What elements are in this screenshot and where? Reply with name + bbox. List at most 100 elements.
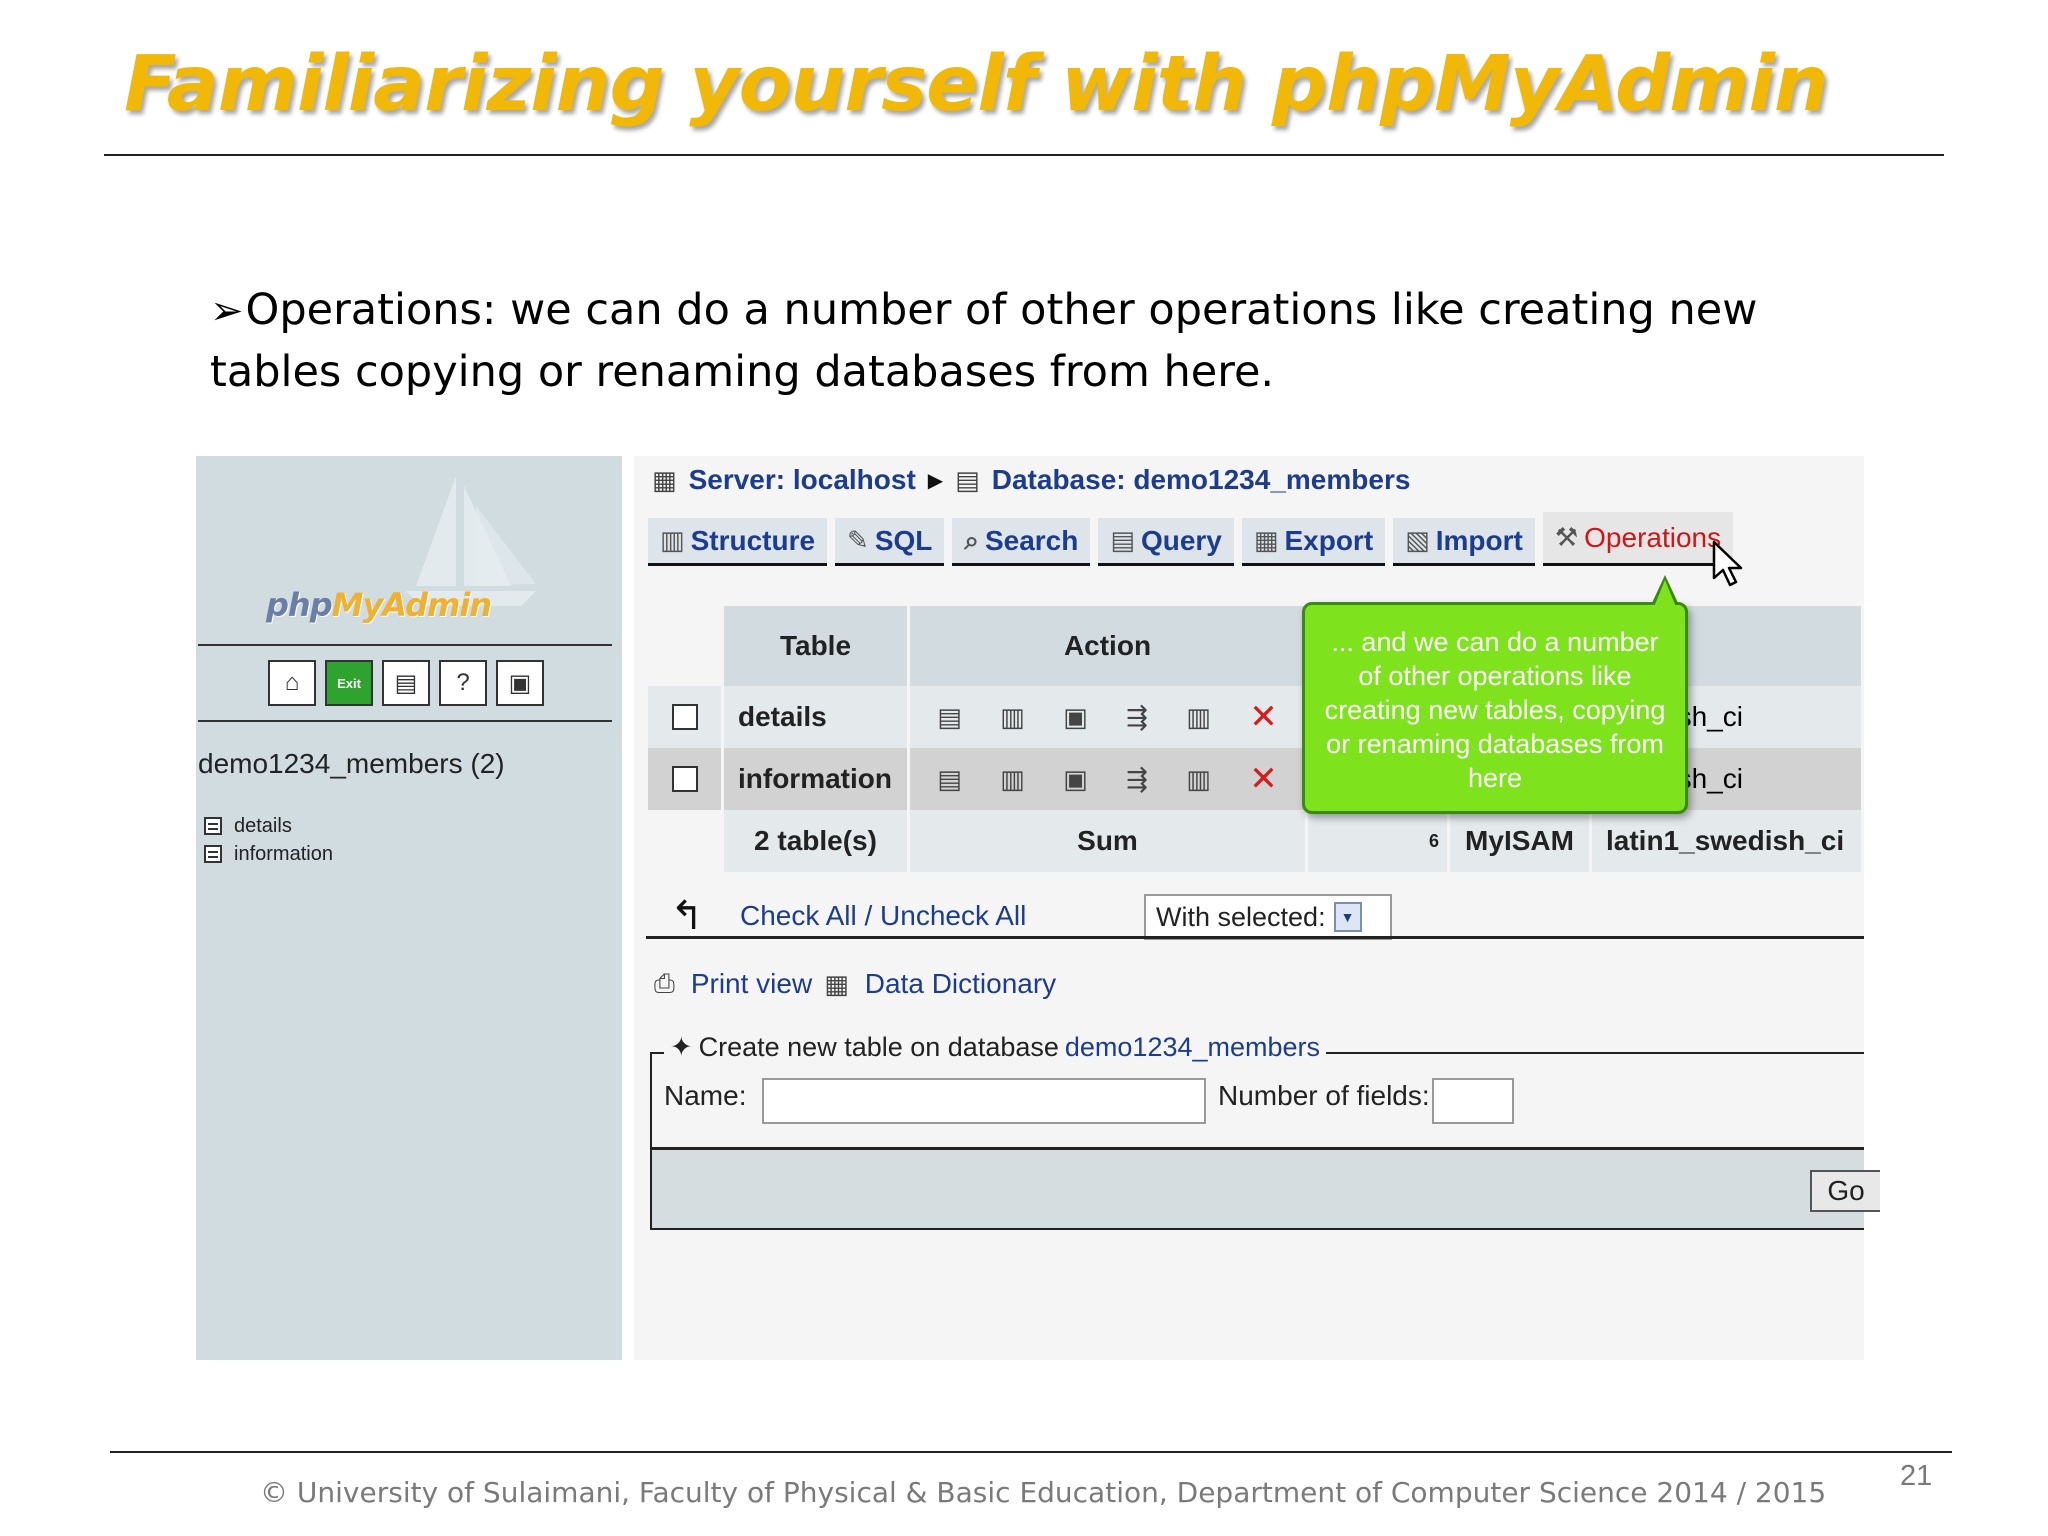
create-table-fieldset: Name: Number of fields: ✦ Create new tab… <box>650 1032 1864 1230</box>
tab-import[interactable]: ▧ Import <box>1393 518 1535 566</box>
row-table-name[interactable]: details <box>724 686 910 748</box>
sidebar-nav-icons: ⌂ Exit ▤ ? ▣ <box>268 660 544 706</box>
sidebar-database-link[interactable]: demo1234_members (2) <box>198 748 505 780</box>
drop-icon[interactable]: ✕ <box>1249 697 1278 737</box>
browse-icon[interactable]: ▤ <box>937 764 962 795</box>
with-selected-select[interactable]: With selected: ▼ <box>1144 894 1392 940</box>
structure-icon[interactable]: ▥ <box>1000 702 1025 733</box>
row-actions: ▤ ▥ ▣ ⇶ ▥ ✕ <box>910 686 1308 748</box>
tab-export[interactable]: ▦ Export <box>1241 518 1386 566</box>
bullet-text-block: ➢Operations: we can do a number of other… <box>210 280 1770 403</box>
page-number: 21 <box>1900 1460 1933 1492</box>
sum-records: 6 <box>1308 810 1450 872</box>
bullet-arrow-icon: ➢ <box>210 288 244 334</box>
data-dictionary-link[interactable]: Data Dictionary <box>865 968 1056 1000</box>
insert-icon[interactable]: ⇶ <box>1126 764 1148 795</box>
create-table-form-row: Name: Number of fields: <box>652 1054 1864 1150</box>
sum-spacer <box>648 810 724 872</box>
tab-label: Import <box>1435 524 1523 556</box>
exit-icon[interactable]: Exit <box>325 660 373 706</box>
sidebar-divider-bottom <box>198 720 612 722</box>
row-select <box>648 748 724 810</box>
sidebar-table-tree: details information <box>204 812 333 868</box>
insert-icon[interactable]: ⇶ <box>1126 702 1148 733</box>
tab-sql[interactable]: ✎ SQL <box>835 518 945 566</box>
main-frame: ▦ Server: localhost ▶ ▤ Database: demo12… <box>634 456 1880 1360</box>
create-table-database[interactable]: demo1234_members <box>1065 1032 1320 1063</box>
sidebar-table-details[interactable]: details <box>204 812 333 840</box>
footer-text: © University of Sulaimani, Faculty of Ph… <box>260 1476 1827 1509</box>
table-icon <box>204 817 222 835</box>
row-table-name[interactable]: information <box>724 748 910 810</box>
sidebar-table-label: details <box>234 814 292 837</box>
tab-structure[interactable]: ▥ Structure <box>648 518 828 566</box>
header-spacer <box>648 606 724 686</box>
empty-icon[interactable]: ▥ <box>1186 764 1211 795</box>
search-icon[interactable]: ▣ <box>1063 702 1088 733</box>
tab-bar: ▥ Structure ✎ SQL ⌕ Search ▤ Query ▦ Export ▧… <box>648 512 1734 566</box>
sum-count: 2 table(s) <box>724 810 910 872</box>
exit-label: Exit <box>337 675 361 691</box>
create-table-legend: ✦ Create new table on database demo1234_… <box>664 1032 1327 1063</box>
tab-search[interactable]: ⌕ Search <box>952 518 1091 566</box>
data-dictionary-icon: ▦ <box>824 968 849 999</box>
row-actions: ▤ ▥ ▣ ⇶ ▥ ✕ <box>910 748 1308 810</box>
fields-label: Number of fields: <box>1218 1080 1430 1111</box>
sql-icon: ✎ <box>847 525 869 555</box>
home-icon[interactable]: ⌂ <box>268 660 316 706</box>
empty-icon[interactable]: ▥ <box>1186 702 1211 733</box>
table-name-input[interactable] <box>762 1078 1206 1124</box>
tab-label: Export <box>1284 524 1374 556</box>
sql-query-icon[interactable]: ▤ <box>382 660 430 706</box>
breadcrumb-server[interactable]: Server: localhost <box>689 464 916 496</box>
chevron-down-icon[interactable]: ▼ <box>1333 902 1362 932</box>
phpmyadmin-logo[interactable]: phpMyAdmin <box>266 586 492 624</box>
bullet-text: Operations: we can do a number of other … <box>210 285 1758 397</box>
arrow-up-icon: ↰ <box>670 894 704 938</box>
operations-icon: ⚒ <box>1554 522 1579 552</box>
search-icon: ⌕ <box>964 524 979 555</box>
print-icon: ⎙ <box>654 968 675 998</box>
tab-label: Structure <box>690 524 816 556</box>
tab-label: Operations <box>1584 521 1722 553</box>
header-action: Action <box>910 606 1308 686</box>
with-selected-label: With selected: <box>1156 901 1326 932</box>
breadcrumb-separator-icon: ▶ <box>927 469 944 492</box>
operations-tooltip: ... and we can do a number of other oper… <box>1302 575 1688 814</box>
structure-icon: ▥ <box>660 525 685 555</box>
row-checkbox[interactable] <box>671 704 698 730</box>
logo-myadmin-text: MyAdmin <box>331 586 492 624</box>
export-icon: ▦ <box>1253 525 1279 555</box>
number-of-fields-input[interactable] <box>1432 1078 1514 1124</box>
row-select <box>648 686 724 748</box>
slide-title: Familiarizing yourself with phpMyAdmin <box>124 40 1829 129</box>
tab-label: Search <box>984 524 1079 556</box>
docs-icon[interactable]: ▣ <box>496 660 544 706</box>
search-icon[interactable]: ▣ <box>1063 764 1088 795</box>
check-all-link[interactable]: Check All / Uncheck All <box>740 900 1026 932</box>
logo-php-text: php <box>266 586 333 624</box>
sidebar-table-information[interactable]: information <box>204 840 333 868</box>
header-table: Table <box>724 606 910 686</box>
breadcrumb-database[interactable]: Database: demo1234_members <box>992 464 1411 496</box>
sum-type: MyISAM <box>1450 810 1592 872</box>
table-sum-row: 2 table(s) Sum 6 MyISAM latin1_swedish_c… <box>648 810 1864 872</box>
table-icon <box>204 845 222 863</box>
structure-icon[interactable]: ▥ <box>1000 764 1025 795</box>
query-icon: ▤ <box>1110 525 1135 555</box>
go-button[interactable]: Go <box>1810 1170 1880 1212</box>
title-divider <box>104 154 1944 156</box>
tab-query[interactable]: ▤ Query <box>1098 518 1234 566</box>
database-icon: ▤ <box>955 464 980 495</box>
drop-icon[interactable]: ✕ <box>1249 759 1278 799</box>
print-view-link[interactable]: Print view <box>691 968 812 1000</box>
sidebar-divider-top <box>198 644 612 646</box>
sum-collation: latin1_swedish_ci <box>1592 810 1864 872</box>
row-checkbox[interactable] <box>671 766 698 792</box>
section-divider <box>646 936 1864 939</box>
tab-operations[interactable]: ⚒ Operations <box>1542 512 1734 566</box>
new-table-icon: ✦ <box>670 1032 693 1062</box>
browse-icon[interactable]: ▤ <box>937 702 962 733</box>
name-label: Name: <box>664 1080 747 1111</box>
help-icon[interactable]: ? <box>439 660 487 706</box>
